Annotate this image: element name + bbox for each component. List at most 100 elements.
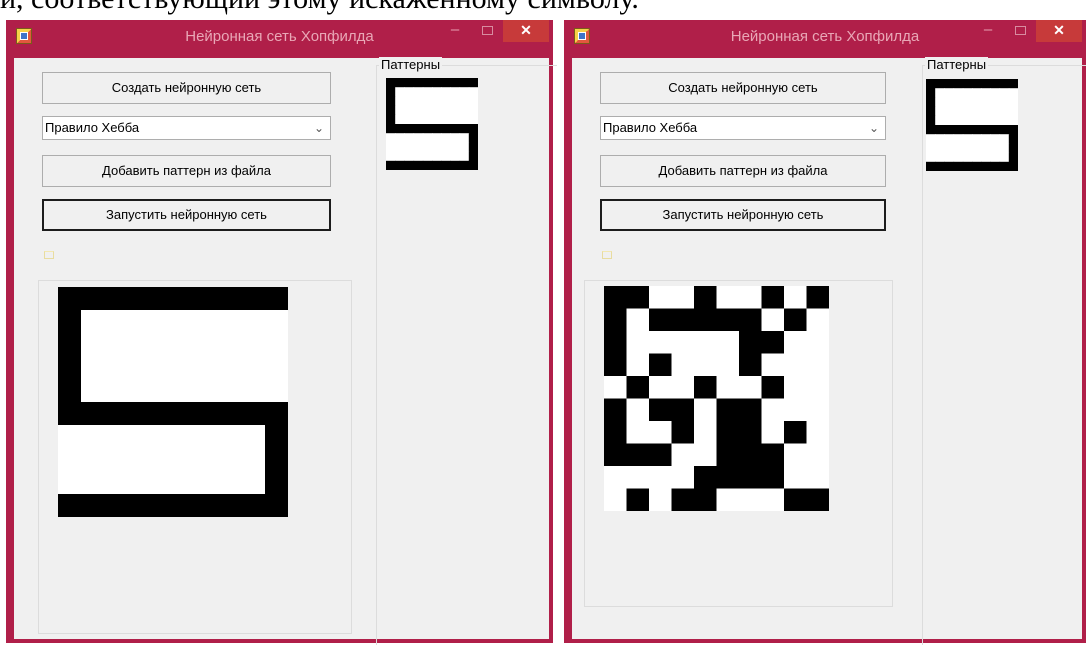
run-network-button[interactable]: Запустить нейронную сеть xyxy=(42,199,331,231)
grid-cell xyxy=(1008,152,1018,163)
grid-cell xyxy=(219,425,243,449)
add-pattern-button[interactable]: Добавить паттерн из файла xyxy=(42,155,331,187)
grid-cell xyxy=(395,105,405,116)
grid-cell xyxy=(242,287,266,311)
grid-cell xyxy=(265,425,288,449)
grid-cell xyxy=(626,376,650,399)
grid-cell xyxy=(1008,115,1018,126)
main-grid xyxy=(58,287,288,517)
grid-cell xyxy=(999,134,1010,144)
grid-cell xyxy=(1008,161,1018,171)
minimize-button[interactable]: – xyxy=(974,20,1002,42)
grid-cell xyxy=(926,152,936,163)
grid-cell xyxy=(58,402,82,426)
grid-cell xyxy=(972,79,982,89)
grid-cell xyxy=(694,488,717,511)
grid-cell xyxy=(784,443,807,467)
close-button[interactable]: ✕ xyxy=(503,20,549,42)
rule-select[interactable]: Правило Хебба ⌄ xyxy=(42,116,331,140)
grid-cell xyxy=(104,333,128,357)
grid-cell xyxy=(1008,125,1018,135)
grid-cell xyxy=(242,310,266,334)
grid-cell xyxy=(58,425,82,449)
grid-cell xyxy=(441,133,451,143)
grid-cell xyxy=(468,78,478,88)
rule-select[interactable]: Правило Хебба ⌄ xyxy=(600,116,886,140)
window-title: Нейронная сеть Хопфилда xyxy=(185,28,374,45)
grid-cell xyxy=(972,125,982,135)
grid-cell xyxy=(784,421,807,444)
grid-cell xyxy=(468,114,478,125)
grid-cell xyxy=(441,87,451,97)
grid-cell xyxy=(671,286,695,309)
grid-cell xyxy=(468,105,478,116)
grid-cell xyxy=(150,402,174,426)
grid-cell xyxy=(604,286,627,309)
grid-cell xyxy=(649,286,672,309)
grid-cell xyxy=(242,333,266,357)
create-network-button[interactable]: Создать нейронную сеть xyxy=(42,72,331,104)
pattern-thumbnail[interactable] xyxy=(926,79,1018,171)
grid-cell xyxy=(196,310,220,334)
grid-cell xyxy=(58,494,82,517)
grid-cell xyxy=(716,331,740,354)
grid-cell xyxy=(468,124,478,134)
grid-cell xyxy=(806,398,829,422)
minimize-button[interactable]: – xyxy=(441,20,469,42)
grid-cell xyxy=(81,333,105,357)
grid-cell xyxy=(386,114,396,125)
grid-cell xyxy=(962,125,973,135)
grid-cell xyxy=(422,114,433,125)
grid-cell xyxy=(150,356,174,380)
grid-cell xyxy=(784,331,807,354)
grid-cell xyxy=(58,448,82,472)
grid-cell xyxy=(395,87,405,97)
grid-cell xyxy=(694,398,717,422)
grid-cell xyxy=(468,151,478,162)
grid-cell xyxy=(926,106,936,117)
grid-cell xyxy=(761,376,785,399)
pattern-thumbnail[interactable] xyxy=(386,78,478,170)
grid-cell xyxy=(626,488,650,511)
grid-cell xyxy=(761,443,785,467)
grid-cell xyxy=(404,142,415,153)
close-button[interactable]: ✕ xyxy=(1036,20,1082,42)
grid-cell xyxy=(990,88,1001,98)
maximize-button[interactable] xyxy=(1006,20,1034,42)
grid-cell xyxy=(395,160,405,170)
grid-cell xyxy=(953,143,964,154)
grid-cell xyxy=(441,114,451,125)
grid-cell xyxy=(1008,143,1018,154)
grid-cell xyxy=(649,421,672,444)
grid-cell xyxy=(649,443,672,467)
grid-cell xyxy=(784,488,807,511)
create-network-button[interactable]: Создать нейронную сеть xyxy=(600,72,886,104)
grid-cell xyxy=(990,161,1001,171)
rule-select-value: Правило Хебба xyxy=(603,120,698,135)
grid-cell xyxy=(671,421,695,444)
maximize-icon xyxy=(481,26,493,35)
grid-cell xyxy=(972,106,982,117)
grid-cell xyxy=(935,161,945,171)
grid-cell xyxy=(944,125,955,135)
add-pattern-button[interactable]: Добавить паттерн из файла xyxy=(600,155,886,187)
grid-cell xyxy=(422,142,433,153)
grid-cell xyxy=(671,353,695,377)
grid-cell xyxy=(953,79,964,89)
grid-cell xyxy=(413,160,424,170)
chevron-down-icon: ⌄ xyxy=(868,121,879,135)
grid-cell xyxy=(386,78,396,88)
grid-cell xyxy=(716,421,740,444)
grid-cell xyxy=(413,114,424,125)
maximize-button[interactable] xyxy=(473,20,501,42)
grid-cell xyxy=(432,78,442,88)
run-network-button[interactable]: Запустить нейронную сеть xyxy=(600,199,886,231)
grid-cell xyxy=(649,331,672,354)
grid-cell xyxy=(450,105,461,116)
grid-cell xyxy=(604,443,627,467)
grid-cell xyxy=(935,97,945,108)
grid-cell xyxy=(739,376,762,399)
grid-cell xyxy=(459,105,470,116)
grid-cell xyxy=(404,133,415,143)
grid-cell xyxy=(450,142,461,153)
